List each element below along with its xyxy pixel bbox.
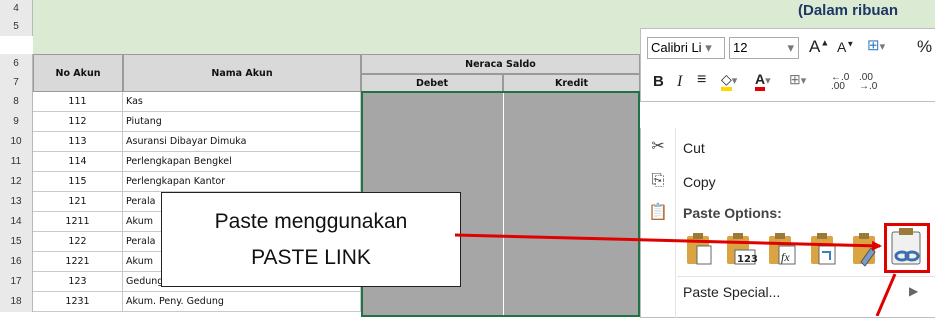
annotation-arrows: [454, 233, 897, 316]
arrow-pointer-bottom: [875, 273, 897, 316]
arrow-callout-to-paste-link: [454, 233, 882, 251]
